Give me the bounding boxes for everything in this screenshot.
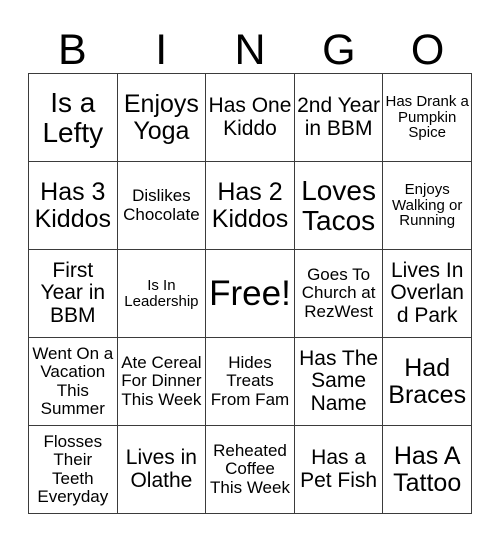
bingo-cell-label: 2nd Year in BBM	[297, 94, 381, 140]
header-letter-i: I	[155, 26, 168, 74]
bingo-cell-label: Hides Treats From Fam	[210, 353, 290, 409]
header-letter-o: O	[410, 26, 445, 74]
bingo-cell[interactable]: Hides Treats From Fam	[206, 338, 295, 426]
bingo-cell-label: Free!	[209, 273, 291, 313]
bingo-cell-label: Has 3 Kiddos	[34, 178, 112, 233]
header-letter-n: N	[234, 26, 266, 74]
bingo-cell-label: Lives In Overland Park	[390, 259, 464, 327]
bingo-cell[interactable]: Has A Tattoo	[383, 426, 472, 514]
bingo-cell-label: Is a Lefty	[42, 86, 104, 148]
bingo-cell-label: Went On a Vacation This Summer	[32, 344, 114, 418]
bingo-cell-label: Flosses Their Teeth Everyday	[37, 432, 109, 506]
bingo-cell-label: Has Drank a Pumpkin Spice	[385, 92, 469, 142]
bingo-cell[interactable]: Goes To Church at RezWest	[294, 250, 384, 338]
bingo-cell-label: Loves Tacos	[301, 174, 376, 236]
header-letter-b: B	[58, 26, 87, 74]
bingo-cell[interactable]: Enjoys Yoga	[117, 74, 207, 162]
bingo-cell-label: Lives in Olathe	[125, 446, 197, 492]
bingo-header: B I N G O	[28, 12, 472, 73]
bingo-cell[interactable]: Has One Kiddo	[206, 74, 295, 162]
bingo-cell[interactable]: Dislikes Chocolate	[117, 162, 207, 250]
bingo-cell-label: Reheated Coffee This Week	[209, 441, 290, 497]
bingo-cell-label: Is In Leadership	[124, 276, 199, 310]
bingo-cell-label: Enjoys Walking or Running	[392, 180, 463, 230]
bingo-cell[interactable]: Is a Lefty	[29, 74, 118, 162]
bingo-cell[interactable]: Has The Same Name	[294, 338, 384, 426]
bingo-cell-label: Dislikes Chocolate	[123, 186, 200, 224]
bingo-cell[interactable]: Enjoys Walking or Running	[383, 162, 472, 250]
header-letter-g: G	[322, 26, 356, 74]
bingo-cell-label: Had Braces	[388, 354, 467, 409]
bingo-cell-label: Has a Pet Fish	[300, 446, 378, 492]
bingo-card: B I N G O Is a Lefty Enjoys Yoga Has One…	[28, 12, 472, 514]
bingo-cell[interactable]: 2nd Year in BBM	[294, 74, 384, 162]
bingo-cell-label: Has One Kiddo	[208, 94, 292, 140]
bingo-cell-label: Has 2 Kiddos	[211, 178, 289, 233]
bingo-cell[interactable]: Reheated Coffee This Week	[206, 426, 295, 514]
bingo-cell[interactable]: Has 2 Kiddos	[206, 162, 295, 250]
bingo-cell[interactable]: Went On a Vacation This Summer	[29, 338, 118, 426]
bingo-cell[interactable]: Ate Cereal For Dinner This Week	[117, 338, 207, 426]
bingo-cell-label: Ate Cereal For Dinner This Week	[121, 353, 202, 409]
bingo-cell[interactable]: Flosses Their Teeth Everyday	[29, 426, 118, 514]
bingo-cell-label: Has The Same Name	[299, 347, 379, 415]
bingo-cell-label: Has A Tattoo	[393, 442, 462, 497]
bingo-cell[interactable]: Loves Tacos	[294, 162, 384, 250]
bingo-cell[interactable]: Has Drank a Pumpkin Spice	[383, 74, 472, 162]
bingo-cell-label: Goes To Church at RezWest	[301, 265, 376, 321]
bingo-cell[interactable]: Has a Pet Fish	[294, 426, 384, 514]
bingo-cell[interactable]: Is In Leadership	[117, 250, 207, 338]
bingo-cell-label: Enjoys Yoga	[123, 90, 199, 145]
bingo-grid: Is a Lefty Enjoys Yoga Has One Kiddo 2nd…	[28, 73, 472, 514]
bingo-cell[interactable]: Lives In Overland Park	[383, 250, 472, 338]
bingo-cell-free[interactable]: Free!	[206, 250, 295, 338]
bingo-cell[interactable]: Has 3 Kiddos	[29, 162, 118, 250]
bingo-cell[interactable]: Lives in Olathe	[117, 426, 207, 514]
bingo-cell[interactable]: Had Braces	[383, 338, 472, 426]
bingo-cell-label: First Year in BBM	[40, 259, 106, 327]
bingo-cell[interactable]: First Year in BBM	[29, 250, 118, 338]
